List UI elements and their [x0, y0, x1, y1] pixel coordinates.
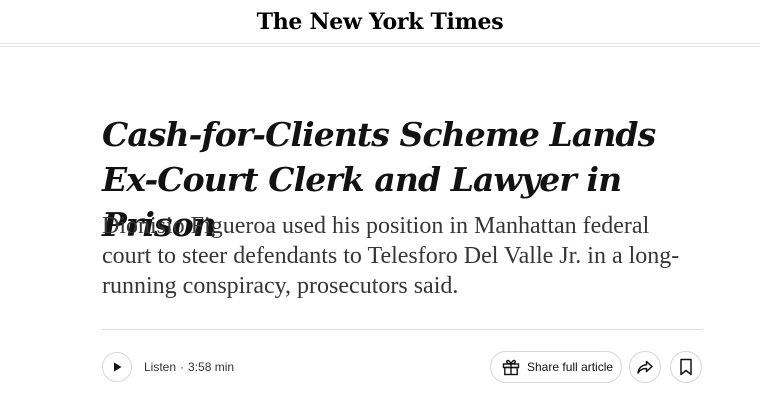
save-article-button[interactable] [670, 351, 702, 383]
share-full-article-button[interactable]: Share full article [490, 351, 622, 383]
share-label: Share full article [527, 360, 614, 374]
masthead-divider-secondary [0, 46, 760, 47]
gift-icon [502, 359, 520, 376]
share-forward-button[interactable] [629, 351, 661, 383]
listen-separator: · [180, 360, 185, 374]
nyt-logo[interactable]: The New York Times [257, 11, 504, 33]
play-icon [114, 362, 122, 372]
bookmark-icon [680, 358, 692, 376]
article-summary: Dionisio Figueroa used his position in M… [102, 213, 680, 299]
forward-arrow-icon [637, 360, 653, 374]
masthead-divider [0, 43, 760, 44]
toolbar-divider [102, 329, 703, 330]
play-button[interactable] [102, 352, 132, 382]
listen-duration: 3:58 min [188, 360, 235, 374]
listen-control[interactable]: Listen · 3:58 min [102, 351, 234, 383]
listen-label[interactable]: Listen [144, 360, 176, 374]
masthead: The New York Times [0, 0, 760, 42]
